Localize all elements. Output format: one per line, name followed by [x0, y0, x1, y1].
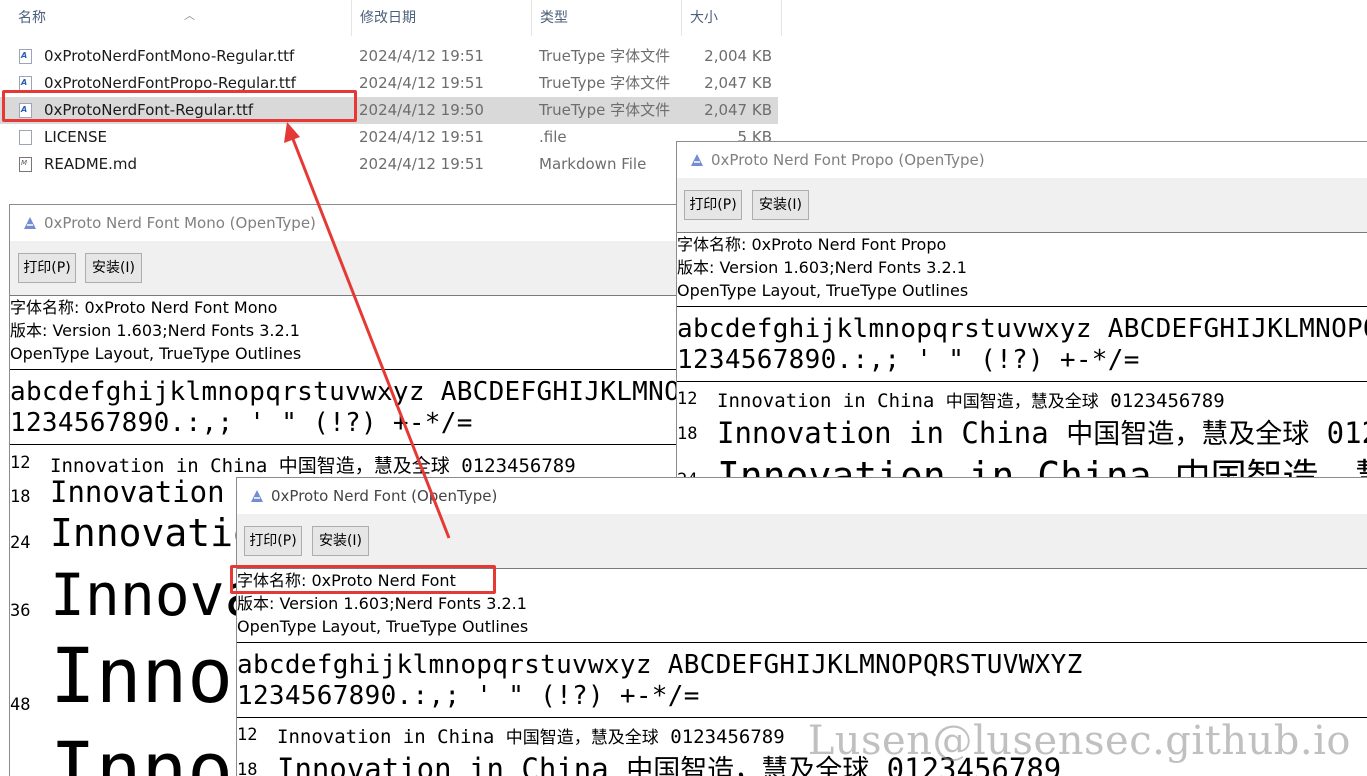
file-row[interactable]: README.md 2024/4/12 19:51 Markdown File: [0, 151, 778, 178]
font-version-line: 版本: Version 1.603;Nerd Fonts 3.2.1: [677, 258, 967, 277]
sample-latin: Innovation in China: [277, 752, 609, 776]
file-date: 2024/4/12 19:50: [359, 101, 484, 119]
file-name: README.md: [44, 155, 138, 173]
divider: [237, 642, 1367, 643]
highlight-selected-file: [2, 90, 357, 122]
highlight-font-name: [230, 565, 496, 594]
sample-latin: Innovation in China: [717, 390, 935, 412]
font-layout-line: OpenType Layout, TrueType Outlines: [10, 344, 302, 363]
column-header-name-label: 名称: [18, 10, 46, 26]
sample-digits: 0123456789: [1326, 416, 1367, 450]
install-button[interactable]: 安装(I): [312, 526, 369, 556]
size-label: 18: [237, 760, 258, 776]
divider: [10, 444, 698, 445]
divider: [10, 369, 698, 370]
title-bar: 0xProto Nerd Font Propo (OpenType): [677, 142, 1367, 178]
size-label: 12: [10, 453, 31, 473]
column-header-size-label: 大小: [690, 10, 718, 26]
toolbar: 打印(P) 安装(I): [677, 178, 1367, 233]
toolbar: 打印(P) 安装(I): [237, 514, 1367, 569]
sample-latin: Innovation in China: [717, 416, 1049, 450]
font-file-icon: [19, 49, 32, 64]
file-name: LICENSE: [44, 128, 107, 146]
file-type: TrueType 字体文件: [539, 47, 671, 65]
sample-digits: 0123456789: [670, 726, 785, 748]
size-label: 18: [10, 487, 31, 507]
column-header-type[interactable]: 类型: [532, 0, 682, 36]
size-label: 24: [10, 533, 31, 553]
font-layout-line: OpenType Layout, TrueType Outlines: [237, 617, 529, 636]
window-title: 0xProto Nerd Font (OpenType): [271, 487, 498, 505]
print-button[interactable]: 打印(P): [18, 253, 76, 283]
divider: [677, 306, 1367, 307]
print-button[interactable]: 打印(P): [244, 526, 302, 556]
font-name-line: 字体名称: 0xProto Nerd Font Mono: [10, 298, 278, 317]
markdown-file-icon: [19, 157, 32, 172]
font-layout-line: OpenType Layout, TrueType Outlines: [677, 281, 969, 300]
divider: [677, 381, 1367, 382]
sample-cjk: 中国智造，慧及全球: [278, 455, 450, 477]
column-header-size[interactable]: 大小: [682, 0, 782, 36]
window-title: 0xProto Nerd Font Mono (OpenType): [44, 214, 316, 232]
file-row[interactable]: LICENSE 2024/4/12 19:51 .file 5 KB: [0, 124, 778, 151]
file-date: 2024/4/12 19:51: [359, 128, 484, 146]
file-name: 0xProtoNerdFontMono-Regular.ttf: [44, 47, 295, 65]
window-title: 0xProto Nerd Font Propo (OpenType): [711, 151, 985, 169]
sample-digits: 0123456789: [1110, 390, 1225, 412]
digits-sample: 1234567890.:,; ' " (!?) +-*/=: [237, 681, 700, 711]
file-date: 2024/4/12 19:51: [359, 155, 484, 173]
size-label: 48: [10, 695, 31, 715]
file-type: Markdown File: [539, 155, 647, 173]
size-label: 36: [10, 601, 31, 621]
file-type: TrueType 字体文件: [539, 74, 671, 92]
sample-cjk: 中国智造，慧及全球: [1066, 419, 1310, 450]
alphabet-sample: abcdefghijklmnopqrstuvwxyz ABCDEFGHIJKLM…: [237, 650, 1083, 680]
column-header-type-label: 类型: [540, 10, 568, 26]
column-header-modified-label: 修改日期: [360, 10, 416, 26]
sort-ascending-icon: ︿: [184, 9, 195, 22]
font-file-icon: [19, 76, 32, 91]
column-header-name[interactable]: 名称 ︿: [10, 0, 352, 36]
file-size: 2,047 KB: [704, 101, 772, 119]
file-size: 2,004 KB: [704, 47, 772, 65]
file-date: 2024/4/12 19:51: [359, 74, 484, 92]
size-label: 18: [677, 424, 698, 444]
alphabet-sample: abcdefghijklmnopqrstuvwxyz ABCDEFGHIJKLM…: [677, 314, 1367, 344]
watermark: Lusen@lusensec.github.io: [807, 718, 1351, 764]
sample-digits: 0123456789: [461, 455, 576, 477]
alphabet-sample: abcdefghijklmnopqrstuvwxyz ABCDEFGHIJKLM…: [10, 377, 698, 407]
title-bar: 0xProto Nerd Font (OpenType): [237, 478, 1367, 514]
column-header-modified[interactable]: 修改日期: [352, 0, 532, 36]
file-type: .file: [539, 128, 567, 146]
sample-latin: Innovation in China: [717, 454, 1152, 479]
sample-cjk: 中国智造，慧及全球: [945, 392, 1099, 412]
sample-cjk: 中国智造，慧及全球: [505, 728, 659, 748]
title-bar: 0xProto Nerd Font Mono (OpenType): [10, 205, 698, 241]
sample-latin: Innovation in China: [50, 455, 268, 477]
sample-latin: Innovation in China: [277, 726, 495, 748]
file-size: 2,047 KB: [704, 74, 772, 92]
digits-sample: 1234567890.:,; ' " (!?) +-*/=: [677, 345, 1140, 375]
font-viewer-app-icon: [24, 217, 36, 229]
font-version-line: 版本: Version 1.603;Nerd Fonts 3.2.1: [237, 594, 527, 613]
font-version-line: 版本: Version 1.603;Nerd Fonts 3.2.1: [10, 321, 300, 340]
digits-sample: 1234567890.:,; ' " (!?) +-*/=: [10, 408, 473, 438]
font-viewer-propo-window: 0xProto Nerd Font Propo (OpenType) 打印(P)…: [676, 141, 1367, 479]
file-row[interactable]: 0xProtoNerdFontMono-Regular.ttf 2024/4/1…: [0, 43, 778, 70]
font-viewer-app-icon: [691, 154, 703, 166]
size-label: 12: [237, 725, 258, 745]
file-type: TrueType 字体文件: [539, 101, 671, 119]
print-button[interactable]: 打印(P): [684, 190, 742, 220]
install-button[interactable]: 安装(I): [752, 190, 809, 220]
toolbar: 打印(P) 安装(I): [10, 241, 698, 296]
file-icon: [19, 130, 32, 145]
font-viewer-app-icon: [251, 490, 263, 502]
font-name-line: 字体名称: 0xProto Nerd Font Propo: [677, 235, 947, 254]
sample-cjk: 中国智造，慧及全球: [1174, 457, 1367, 479]
install-button[interactable]: 安装(I): [85, 253, 142, 283]
size-label: 12: [677, 389, 698, 409]
file-date: 2024/4/12 19:51: [359, 47, 484, 65]
